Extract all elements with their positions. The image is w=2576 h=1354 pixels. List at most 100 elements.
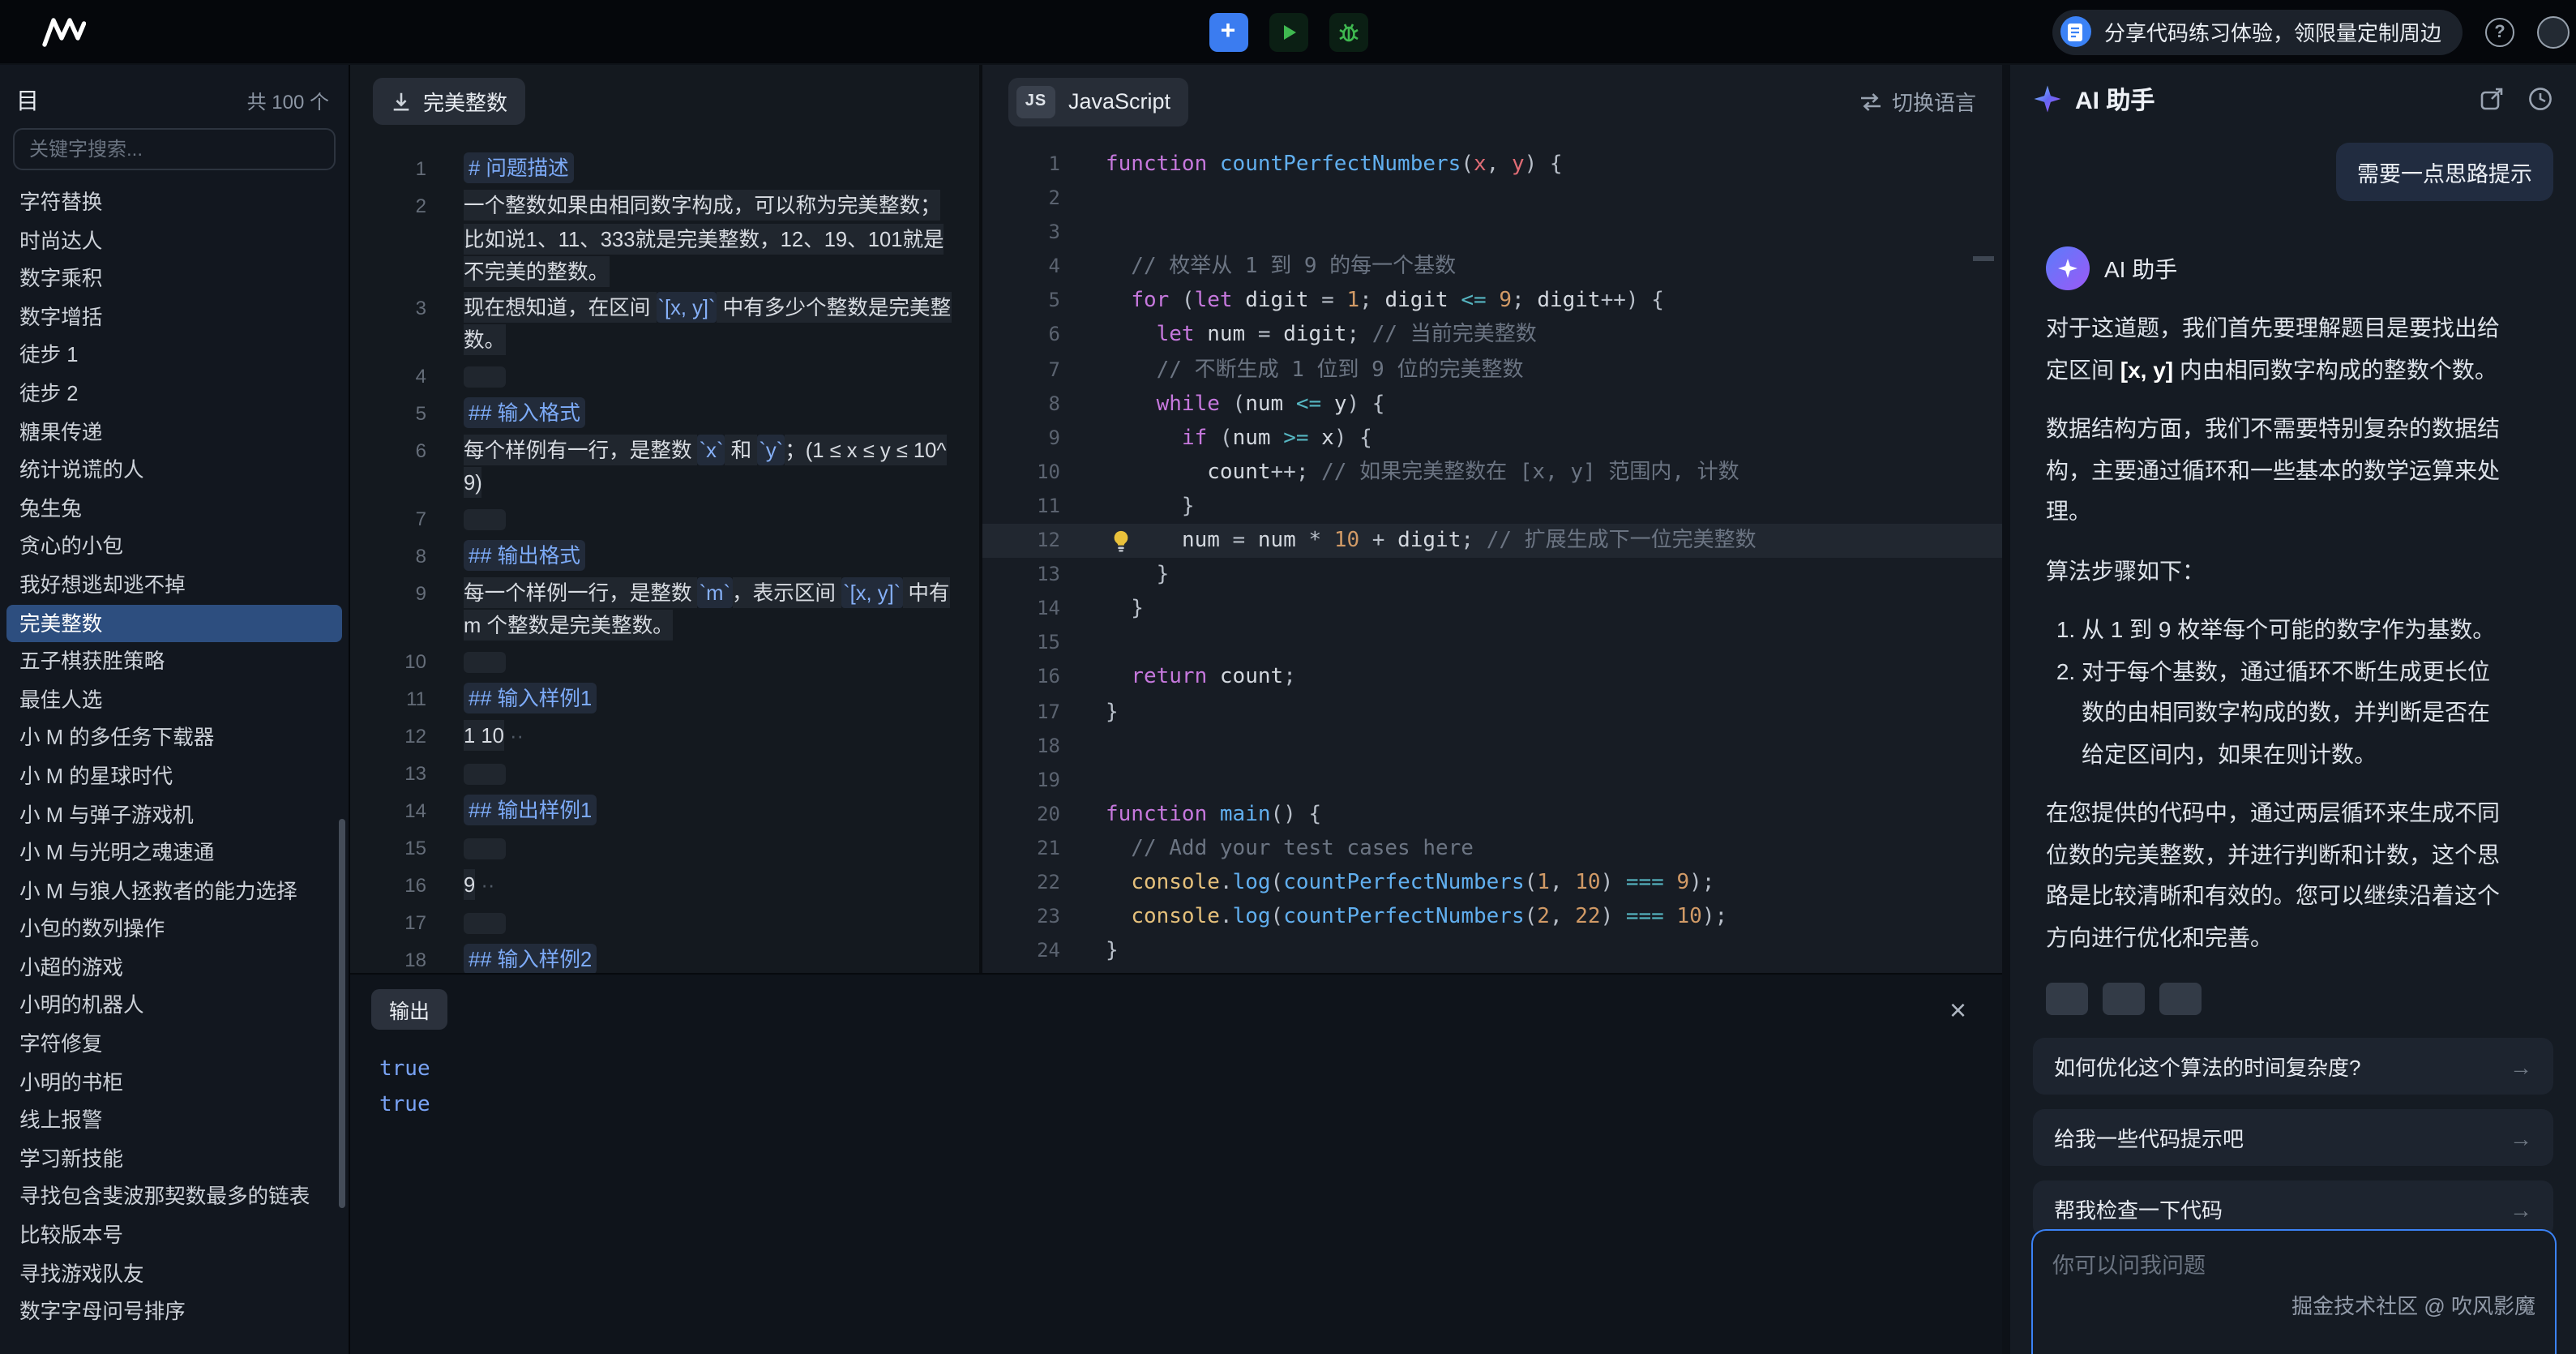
sidebar-item[interactable]: 字符替换	[6, 183, 342, 221]
code-line[interactable]: 5 for (let digit = 1; digit <= 9; digit+…	[982, 285, 2002, 319]
code-line[interactable]: 20function main() {	[982, 798, 2002, 832]
code-line[interactable]: 24}	[982, 934, 2002, 968]
sidebar-item[interactable]: 数字字母问号排序	[6, 1292, 342, 1330]
sidebar-item[interactable]: 小 M 的星球时代	[6, 757, 342, 795]
ai-paragraph: 对于这道题，我们首先要理解题目是要找出给定区间 [x, y] 内由相同数字构成的…	[2046, 308, 2505, 391]
code-line-number: 23	[982, 900, 1060, 934]
markdown-text: 9	[464, 868, 475, 899]
code-line[interactable]: 7 // 不断生成 1 位到 9 位的完美整数	[982, 353, 2002, 387]
sidebar-item[interactable]: 徒步 1	[6, 336, 342, 375]
sidebar-item[interactable]: 贪心的小包	[6, 528, 342, 566]
language-chip[interactable]: JS JavaScript	[1008, 77, 1188, 126]
code-line[interactable]: 1function countPerfectNumbers(x, y) {	[982, 148, 2002, 182]
code-line[interactable]: 16 return count;	[982, 661, 2002, 695]
problem-panel: 完美整数 1# 问题描述2一个整数如果由相同数字构成，可以称为完美整数；比如说1…	[350, 65, 982, 973]
ai-paragraph: 数据结构方面，我们不需要特别复杂的数据结构，主要通过循环和一些基本的数学运算来处…	[2046, 409, 2505, 533]
sidebar-item[interactable]: 字符修复	[6, 1025, 342, 1063]
code-line[interactable]: 9 if (num >= x) {	[982, 422, 2002, 456]
output-tab-chip[interactable]: 输出	[371, 989, 447, 1030]
message-action-placeholder[interactable]	[2159, 983, 2202, 1015]
sidebar-item[interactable]: 小 M 与狼人拯救者的能力选择	[6, 872, 342, 910]
code-line[interactable]: 19	[982, 763, 2002, 797]
sidebar-item[interactable]: 比较版本号	[6, 1216, 342, 1254]
code-line[interactable]: 3	[982, 216, 2002, 250]
code-line[interactable]: 21 // Add your test cases here	[982, 832, 2002, 866]
sidebar-item[interactable]: 统计说谎的人	[6, 451, 342, 489]
sidebar-item[interactable]: 兔生兔	[6, 490, 342, 528]
sidebar-item[interactable]: 五子棋获胜策略	[6, 642, 342, 680]
share-icon[interactable]	[2479, 86, 2505, 112]
close-icon[interactable]: ×	[1949, 995, 1966, 1024]
line-number: 17	[350, 906, 426, 940]
line-number: 6	[350, 434, 426, 468]
debug-button[interactable]	[1329, 12, 1367, 51]
code-line[interactable]: 17}	[982, 695, 2002, 729]
sidebar-item[interactable]: 时尚达人	[6, 221, 342, 259]
editor-scroll-indicator[interactable]	[1973, 256, 1994, 261]
suggestion-button[interactable]: 给我一些代码提示吧→	[2033, 1109, 2553, 1166]
code-line-number: 14	[982, 592, 1060, 626]
output-lines: truetrue	[350, 1030, 2002, 1124]
new-file-button[interactable]: +	[1209, 12, 1247, 51]
sidebar-item[interactable]: 寻找包含斐波那契数最多的链表	[6, 1178, 342, 1216]
markdown-text: 和	[725, 434, 758, 465]
code-line[interactable]: 4 // 枚举从 1 到 9 的每一个基数	[982, 251, 2002, 285]
code-line[interactable]: 23 console.log(countPerfectNumbers(2, 22…	[982, 900, 2002, 934]
code-line-number: 19	[982, 763, 1060, 797]
sidebar-item[interactable]: 小 M 与弹子游戏机	[6, 795, 342, 833]
code-line[interactable]: 12 num = num * 10 + digit; // 扩展生成下一位完美整…	[982, 524, 2002, 558]
code-area[interactable]: 1function countPerfectNumbers(x, y) {234…	[982, 138, 2002, 973]
ai-chat-input[interactable]: 你可以问我问题 掘金技术社区 @ 吹风影魔	[2031, 1229, 2557, 1354]
problem-line: 14## 输出样例1	[350, 794, 979, 829]
sidebar-item[interactable]: 数字增括	[6, 298, 342, 336]
sidebar-item[interactable]: 小包的数列操作	[6, 911, 342, 949]
message-action-placeholder[interactable]	[2103, 983, 2145, 1015]
message-action-placeholder[interactable]	[2046, 983, 2088, 1015]
lightbulb-icon[interactable]	[1109, 529, 1133, 553]
sidebar-item[interactable]: 小 M 的多任务下载器	[6, 719, 342, 757]
sidebar-item[interactable]: 最佳人选	[6, 680, 342, 718]
problem-line: 9每一个样例一行，是整数 `m`，表示区间 `[x, y]` 中有 m 个整数是…	[350, 576, 979, 643]
history-icon[interactable]	[2527, 86, 2553, 112]
code-line[interactable]: 15	[982, 627, 2002, 661]
search-input[interactable]	[13, 128, 336, 170]
sidebar-item[interactable]: 徒步 2	[6, 375, 342, 413]
code-line[interactable]: 14 }	[982, 592, 2002, 626]
code-line[interactable]: 10 count++; // 如果完美整数在 [x, y] 范围内, 计数	[982, 456, 2002, 490]
banner-doc-icon	[2060, 16, 2091, 47]
code-line[interactable]: 22 console.log(countPerfectNumbers(1, 10…	[982, 866, 2002, 900]
promo-banner[interactable]: 分享代码练习体验，领限量定制周边	[2052, 9, 2463, 54]
sidebar-item[interactable]: 寻找游戏队友	[6, 1254, 342, 1292]
sidebar-item[interactable]: 小 M 与光明之魂速通	[6, 833, 342, 872]
code-line[interactable]: 13 }	[982, 558, 2002, 592]
code-line[interactable]: 2	[982, 182, 2002, 216]
problem-list: 字符替换时尚达人数字乘积数字增括徒步 1徒步 2糖果传递统计说谎的人兔生兔贪心的…	[0, 180, 349, 1354]
suggestion-button[interactable]: 如何优化这个算法的时间复杂度?→	[2033, 1038, 2553, 1095]
code-line-number: 9	[982, 422, 1060, 456]
code-line[interactable]: 11 }	[982, 490, 2002, 524]
sidebar-scrollbar[interactable]	[339, 819, 345, 1208]
sidebar-item[interactable]: 糖果传递	[6, 413, 342, 451]
profile-icon[interactable]	[2537, 15, 2570, 48]
switch-language-button[interactable]: 切换语言	[1859, 86, 1976, 117]
code-line[interactable]: 18	[982, 729, 2002, 763]
code-line[interactable]: 8 while (num <= y) {	[982, 387, 2002, 421]
sidebar-item[interactable]: 小明的书柜	[6, 1063, 342, 1101]
sidebar-item[interactable]: 线上报警	[6, 1102, 342, 1140]
logo-icon[interactable]	[42, 16, 86, 47]
code-line-number: 3	[982, 216, 1060, 250]
code-line-number: 10	[982, 456, 1060, 490]
code-line[interactable]: 6 let num = digit; // 当前完美整数	[982, 319, 2002, 353]
sidebar-item[interactable]: 小明的机器人	[6, 987, 342, 1025]
help-icon[interactable]: ?	[2485, 17, 2514, 46]
sidebar-item[interactable]: 我好想逃却逃不掉	[6, 566, 342, 604]
sidebar-item[interactable]: 数字乘积	[6, 259, 342, 298]
sidebar-item[interactable]: 完美整数	[6, 604, 342, 642]
code-line-number: 5	[982, 285, 1060, 319]
markdown-text: ··	[475, 872, 494, 896]
run-button[interactable]	[1269, 12, 1307, 51]
inline-code: `x`	[698, 434, 725, 465]
problem-title-chip[interactable]: 完美整数	[373, 78, 525, 125]
sidebar-item[interactable]: 小超的游戏	[6, 949, 342, 987]
sidebar-item[interactable]: 学习新技能	[6, 1140, 342, 1178]
